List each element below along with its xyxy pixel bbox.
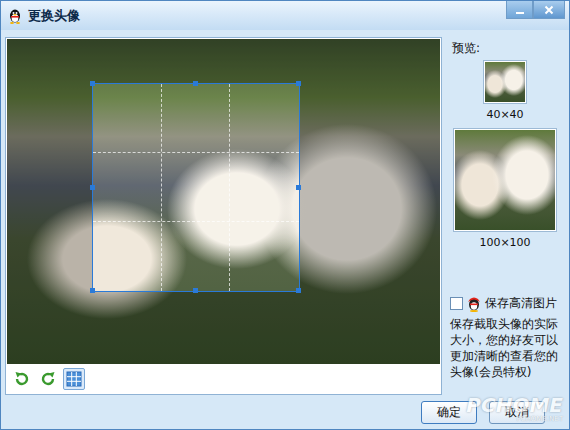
watermark: PCHOME PCHOME.NET [466,395,563,423]
window-title: 更换头像 [28,7,80,25]
dialog-button[interactable]: 取消 [489,401,545,424]
rotate-left-icon [13,370,31,388]
preview-image [455,130,555,230]
hd-description: 保存截取头像的实际大小，您的好友可以更加清晰的查看您的头像(会员特权) [450,316,560,380]
close-button[interactable] [533,1,565,19]
title-bar[interactable]: 更换头像 [1,1,569,30]
crop-handle[interactable] [296,81,301,86]
crop-handle[interactable] [193,81,198,86]
hd-checkbox[interactable] [450,297,463,310]
crop-handle[interactable] [90,288,95,293]
crop-box[interactable] [92,83,300,292]
close-icon [543,4,555,16]
crop-handle[interactable] [296,288,301,293]
rotate-right-button[interactable] [37,368,59,390]
preview-size-label: 100×100 [479,232,530,251]
grid-button[interactable] [63,368,85,390]
rotate-right-icon [39,370,57,388]
crop-handle[interactable] [193,288,198,293]
preview-size-label: 40×40 [486,104,523,123]
photo [7,39,440,364]
preview-panel: 预览: 40×40 100×100 保存高清图片 保存截取头像的实际大小，您的好… [450,37,560,395]
dialog-button[interactable]: 确定 [421,401,477,424]
editor-panel [5,37,442,395]
crop-handle[interactable] [296,185,301,190]
avatar-dialog: 更换头像 预览: 40×40 100×100 保存高清图片 保存截取头像的实际大… [0,0,570,430]
qq-penguin-icon [7,8,23,24]
minimize-button[interactable] [506,1,533,19]
watermark-site: PCHOME.NET [516,415,563,423]
hd-option[interactable]: 保存高清图片 [450,295,557,312]
crop-handle[interactable] [90,81,95,86]
preview-label: 预览: [450,37,480,57]
preview-image [485,62,525,102]
crop-handle[interactable] [90,185,95,190]
grid-icon [65,370,83,388]
preview-frame [483,60,527,104]
preview-frame [453,128,557,232]
button-bar: 确定取消 [1,395,569,429]
minimize-icon [514,4,526,16]
watermark-brand: PCHOME [466,395,563,415]
hd-label: 保存高清图片 [485,295,557,312]
rotate-left-button[interactable] [11,368,33,390]
toolbar [7,364,440,393]
vip-penguin-icon [466,296,482,312]
